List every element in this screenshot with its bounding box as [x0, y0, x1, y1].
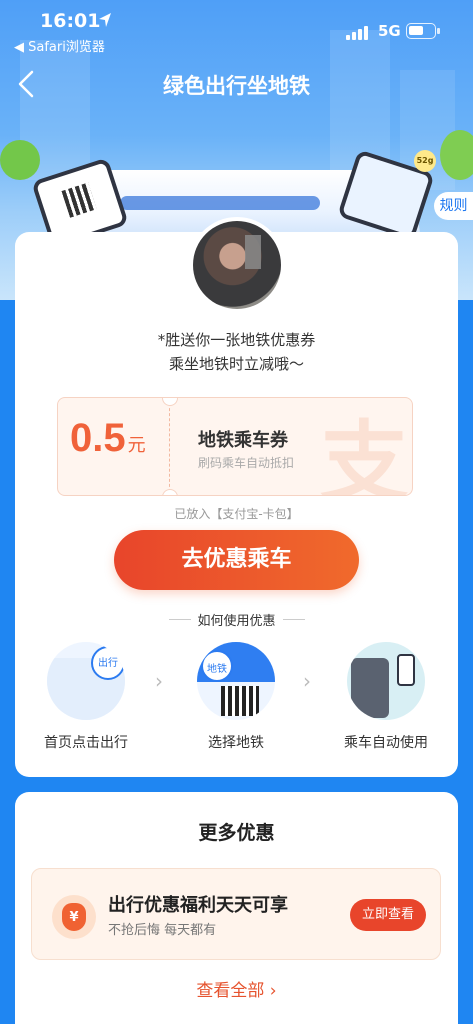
location-arrow-icon — [99, 13, 111, 27]
coupon-card: *胜送你一张地铁优惠券 乘坐地铁时立减哦～ 支 0.5 元 地铁乘车券 刷码乘车自… — [15, 217, 458, 777]
chevron-right-icon: › — [155, 669, 163, 693]
coupon-title: 地铁乘车券 — [198, 430, 288, 451]
use-coupon-button[interactable]: 去优惠乘车 — [114, 530, 359, 590]
step-1-illustration: 出行 — [47, 642, 125, 720]
howto-title: 如何使用优惠 — [197, 614, 276, 629]
money-bag-icon: ¥ — [52, 895, 96, 939]
more-offers-card: 更多优惠 ¥ 出行优惠福利天天可享 不抢后悔 每天都有 立即查看 查看全部 › — [15, 792, 458, 1024]
rules-button[interactable]: 规则 — [434, 192, 473, 220]
qr-code-icon — [221, 686, 259, 716]
alipay-watermark-icon: 支 — [320, 411, 409, 496]
tree-decoration — [0, 140, 40, 180]
avatar — [193, 221, 281, 309]
metro-coupon: 支 0.5 元 地铁乘车券 刷码乘车自动抵扣 — [57, 397, 413, 496]
qr-code-icon — [61, 182, 97, 218]
page-title: 绿色出行坐地铁 — [163, 74, 310, 98]
coupon-subtitle: 刷码乘车自动抵扣 — [198, 456, 295, 470]
gift-line-1: *胜送你一张地铁优惠券 — [157, 331, 316, 349]
back-to-safari-link[interactable]: ◀ Safari浏览器 — [14, 36, 105, 55]
carbon-coin-badge: 52g — [414, 150, 436, 172]
offer-subtitle: 不抢后悔 每天都有 — [108, 923, 217, 938]
view-now-button[interactable]: 立即查看 — [350, 899, 426, 931]
step-2-illustration: 地铁 — [197, 642, 275, 720]
status-time: 16:01 — [40, 10, 101, 32]
step-2-label: 选择地铁 — [208, 735, 264, 751]
coupon-placed-note: 已放入【支付宝-卡包】 — [174, 507, 299, 521]
step-3-illustration — [347, 642, 425, 720]
offer-item[interactable]: ¥ 出行优惠福利天天可享 不抢后悔 每天都有 立即查看 — [31, 868, 441, 960]
tree-decoration — [440, 130, 473, 180]
step-2-badge: 地铁 — [207, 664, 227, 675]
step-1-badge: 出行 — [98, 658, 118, 669]
more-offers-title: 更多优惠 — [198, 822, 275, 844]
coupon-amount: 0.5 元 — [70, 416, 146, 460]
mosaic-blur — [245, 235, 261, 269]
cellular-signal-icon — [346, 26, 368, 40]
chevron-right-icon: › — [303, 669, 311, 693]
offer-title: 出行优惠福利天天可享 — [108, 895, 288, 916]
status-bar: 16:01 ◀ Safari浏览器 5G — [0, 0, 473, 55]
coupon-notch — [162, 489, 178, 495]
battery-icon — [406, 23, 440, 39]
avatar-frame — [189, 217, 285, 313]
coupon-value-section: 0.5 元 — [58, 398, 170, 495]
view-all-link[interactable]: 查看全部 › — [15, 976, 458, 1001]
network-type: 5G — [378, 22, 401, 40]
gift-message: *胜送你一张地铁优惠券 乘坐地铁时立减哦～ — [15, 328, 458, 376]
step-3-label: 乘车自动使用 — [344, 735, 428, 751]
divider — [283, 619, 305, 620]
train-window — [120, 196, 320, 210]
gift-line-2: 乘坐地铁时立减哦～ — [168, 355, 304, 373]
step-1-label: 首页点击出行 — [44, 735, 128, 751]
coupon-unit: 元 — [127, 435, 146, 455]
